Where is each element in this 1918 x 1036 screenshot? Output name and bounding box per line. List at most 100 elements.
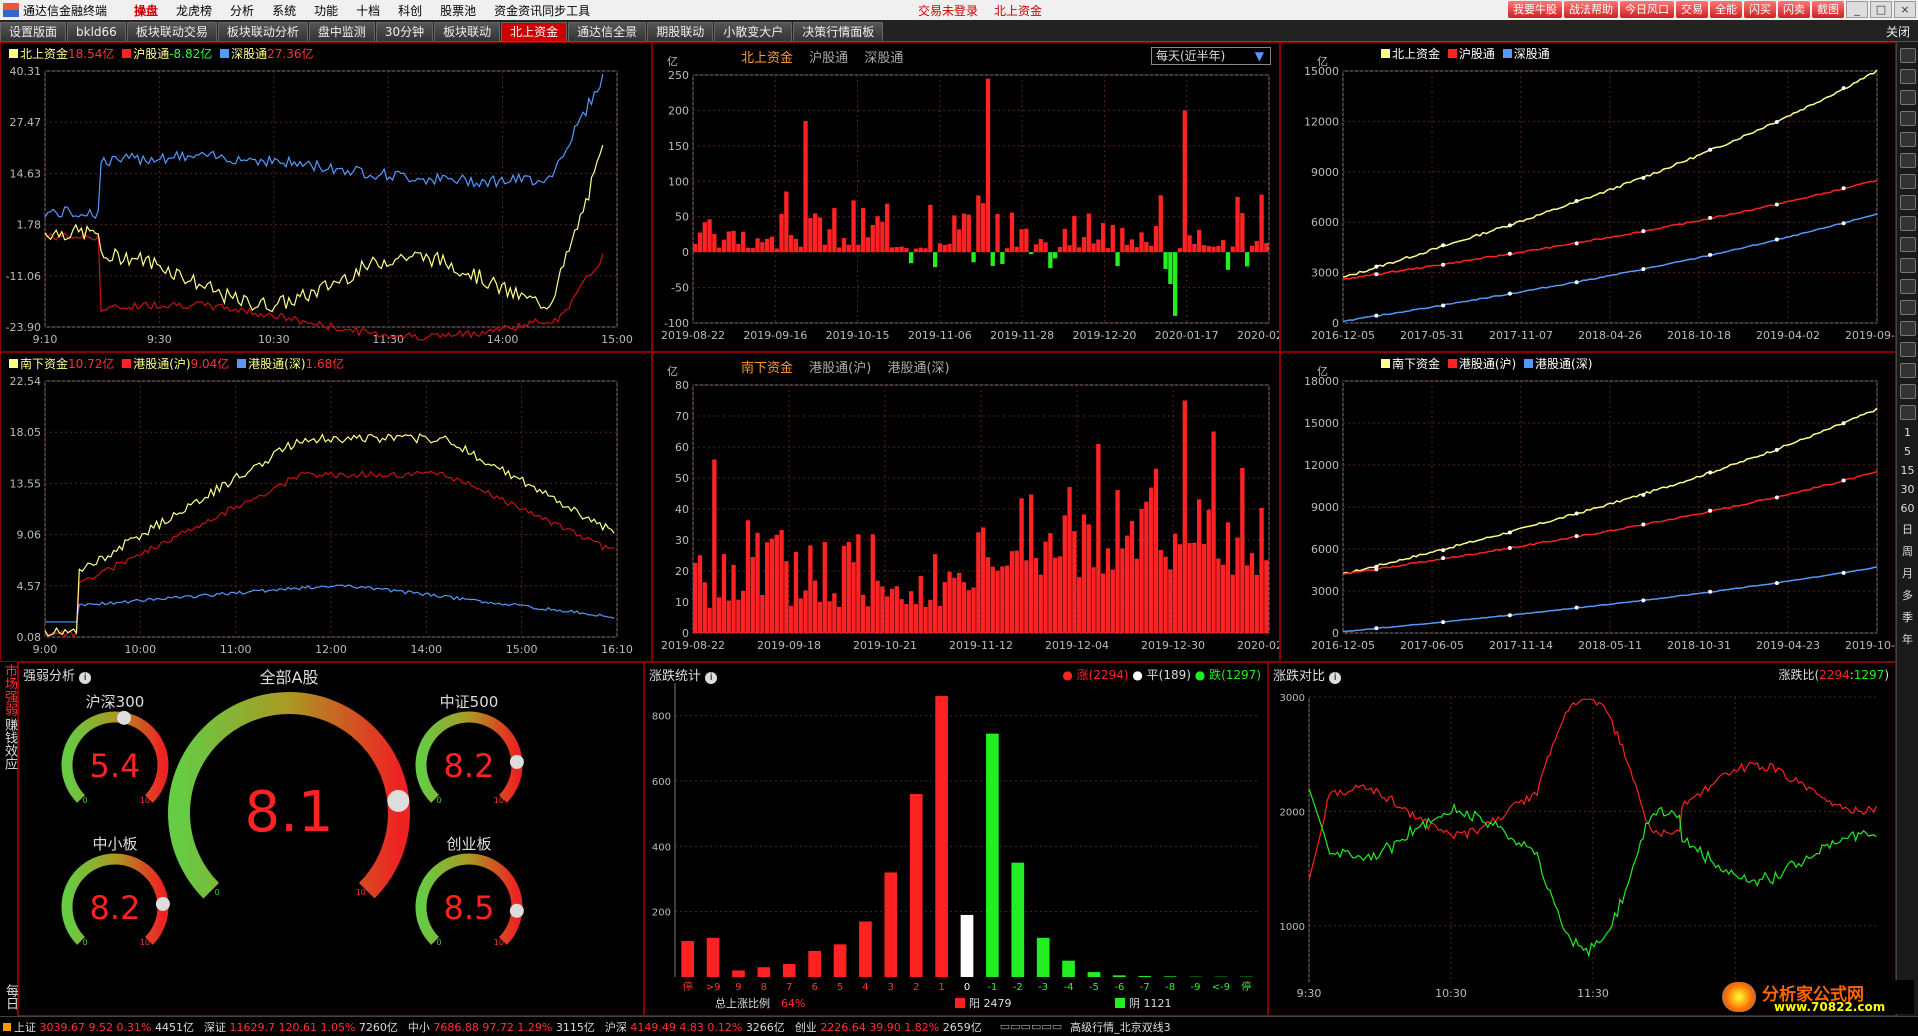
status-index-0[interactable]: 上证 3039.67 9.52 0.31% 4451亿 [14,1019,194,1035]
daily-bar [1149,487,1154,633]
p4-tab-hk-sh[interactable]: 港股通(沪) [809,361,871,376]
data-point-marker [1441,303,1446,308]
period-button[interactable]: 1 [1897,426,1918,439]
tab-panorama[interactable]: 通达信全景 [568,22,647,41]
status-index-2[interactable]: 中小 7686.88 97.72 1.29% 3115亿 [408,1019,595,1035]
menu-system[interactable]: 系统 [272,2,296,19]
toolbar-tool-icon[interactable] [1899,342,1916,357]
menu-star-market[interactable]: 科创 [398,2,422,19]
p2-legend-1-value: 9.04亿 [190,357,230,371]
toolbar-tool-icon[interactable] [1899,48,1916,63]
gauge-min: 0 [437,796,442,805]
data-point-marker [1774,120,1779,125]
toolbar-tool-icon[interactable] [1899,90,1916,105]
toolbar-tool-icon[interactable] [1899,300,1916,315]
menu-operate[interactable]: 操盘 [134,2,158,19]
toolbar-tool-icon[interactable] [1899,216,1916,231]
tab-sector-link[interactable]: 板块联动 [434,22,501,41]
daily-bar [995,213,1000,253]
btn-all-in-one[interactable]: 全能 [1710,1,1742,18]
menu-dragon-tiger[interactable]: 龙虎榜 [176,2,212,19]
p4-tab-southbound[interactable]: 南下资金 [741,361,793,376]
toolbar-tool-icon[interactable] [1899,69,1916,84]
daily-bar [952,215,957,253]
btn-flash-buy[interactable]: 闪买 [1744,1,1776,18]
period-button[interactable]: 多 [1897,587,1918,603]
period-button[interactable]: 5 [1897,445,1918,458]
tab-sector-link-trade[interactable]: 板块联动交易 [126,22,217,41]
tab-30min[interactable]: 30分钟 [375,22,434,41]
x-tick-label: 2018-10-18 [1667,329,1731,342]
side-tab-market-strength[interactable]: 市场强弱 [0,664,19,716]
status-index-3[interactable]: 沪深 4149.49 4.83 0.12% 3266亿 [605,1019,785,1035]
status-index-1[interactable]: 深证 11629.7 120.61 1.05% 7260亿 [204,1019,398,1035]
menu-stock-pool[interactable]: 股票池 [440,2,476,19]
trade-status[interactable]: 交易未登录 [918,2,978,19]
app-root: 通达信金融终端 操盘 龙虎榜 分析 系统 功能 十档 科创 股票池 资金资讯同步… [0,0,1918,1036]
period-button[interactable]: 日 [1897,521,1918,537]
info-icon[interactable]: i [79,672,92,684]
daily-bar [765,238,770,253]
watermark-url: www.70822.com [1774,1000,1886,1014]
btn-flash-sell[interactable]: 闪卖 [1778,1,1810,18]
daily-bar [952,577,957,633]
daily-bar [817,601,823,633]
toolbar-tool-icon[interactable] [1899,237,1916,252]
period-button[interactable]: 季 [1897,609,1918,625]
p4-tab-hk-sz[interactable]: 港股通(深) [887,361,949,376]
close-layout-button[interactable]: 关闭 [1886,23,1910,40]
menu-sync-tool[interactable]: 资金资讯同步工具 [494,2,590,19]
p3-period-dropdown[interactable]: 每天(近半年) ▼ [1151,47,1271,65]
toolbar-tool-icon[interactable] [1899,321,1916,336]
period-button[interactable]: 60 [1897,502,1918,515]
btn-hot-stocks[interactable]: 我要牛股 [1508,1,1562,18]
period-button[interactable]: 年 [1897,631,1918,647]
tab-northbound[interactable]: 北上资金 [501,22,568,41]
tab-intraday-monitor[interactable]: 盘中监测 [308,22,375,41]
close-window-button[interactable]: × [1894,1,1916,18]
period-button[interactable]: 30 [1897,483,1918,496]
btn-trade[interactable]: 交易 [1676,1,1708,18]
flower-logo-icon [1722,982,1756,1012]
status-feed[interactable]: 高级行情_北京双线3 [1070,1019,1171,1035]
info-icon[interactable]: i [1329,672,1342,684]
p2-chart: 22.5418.0513.559.064.570.089:00 10:00 11:0… [10,375,633,656]
minimize-button[interactable]: _ [1846,1,1868,18]
tab-sector-link-analysis[interactable]: 板块联动分析 [217,22,308,41]
toolbar-tool-icon[interactable] [1899,111,1916,126]
menu-function[interactable]: 功能 [314,2,338,19]
status-index-4[interactable]: 创业 2226.64 39.90 1.82% 2659亿 [795,1019,982,1035]
p2-legend-2-value: 1.68亿 [305,357,345,371]
p2-legend: 南下资金10.72亿 港股通(沪)9.04亿 港股通(深)1.68亿 [5,355,344,372]
menu-ten-level[interactable]: 十档 [356,2,380,19]
toolbar-tool-icon[interactable] [1899,363,1916,378]
toolbar-tool-icon[interactable] [1899,174,1916,189]
tab-decision-panel[interactable]: 决策行情面板 [793,22,884,41]
period-button[interactable]: 15 [1897,464,1918,477]
btn-today-trend[interactable]: 今日风口 [1620,1,1674,18]
period-button[interactable]: 月 [1897,565,1918,581]
btn-strategy-help[interactable]: 战法帮助 [1564,1,1618,18]
maximize-button[interactable]: □ [1870,1,1892,18]
toolbar-tool-icon[interactable] [1899,405,1916,420]
p3-tab-northbound[interactable]: 北上资金 [741,51,793,66]
p3-tab-sz[interactable]: 深股通 [864,51,903,66]
toolbar-tool-icon[interactable] [1899,153,1916,168]
tab-futures-link[interactable]: 期股联动 [647,22,714,41]
period-button[interactable]: 周 [1897,543,1918,559]
toolbar-tool-icon[interactable] [1899,384,1916,399]
daily-bar [731,230,736,253]
info-icon[interactable]: i [705,672,718,684]
toolbar-tool-icon[interactable] [1899,132,1916,147]
side-tab-profit-effect[interactable]: 赚钱效应 [0,718,19,770]
toolbar-tool-icon[interactable] [1899,279,1916,294]
tab-bkld66[interactable]: bkld66 [67,22,126,41]
tab-retail-to-big[interactable]: 小散变大户 [714,22,793,41]
toolbar-tool-icon[interactable] [1899,258,1916,273]
p3-tab-sh[interactable]: 沪股通 [809,51,848,66]
rise-ratio-value: 64% [781,997,805,1010]
btn-screenshot[interactable]: 截图 [1812,1,1844,18]
toolbar-tool-icon[interactable] [1899,195,1916,210]
tab-layout-settings[interactable]: 设置版面 [0,22,67,41]
menu-analysis[interactable]: 分析 [230,2,254,19]
